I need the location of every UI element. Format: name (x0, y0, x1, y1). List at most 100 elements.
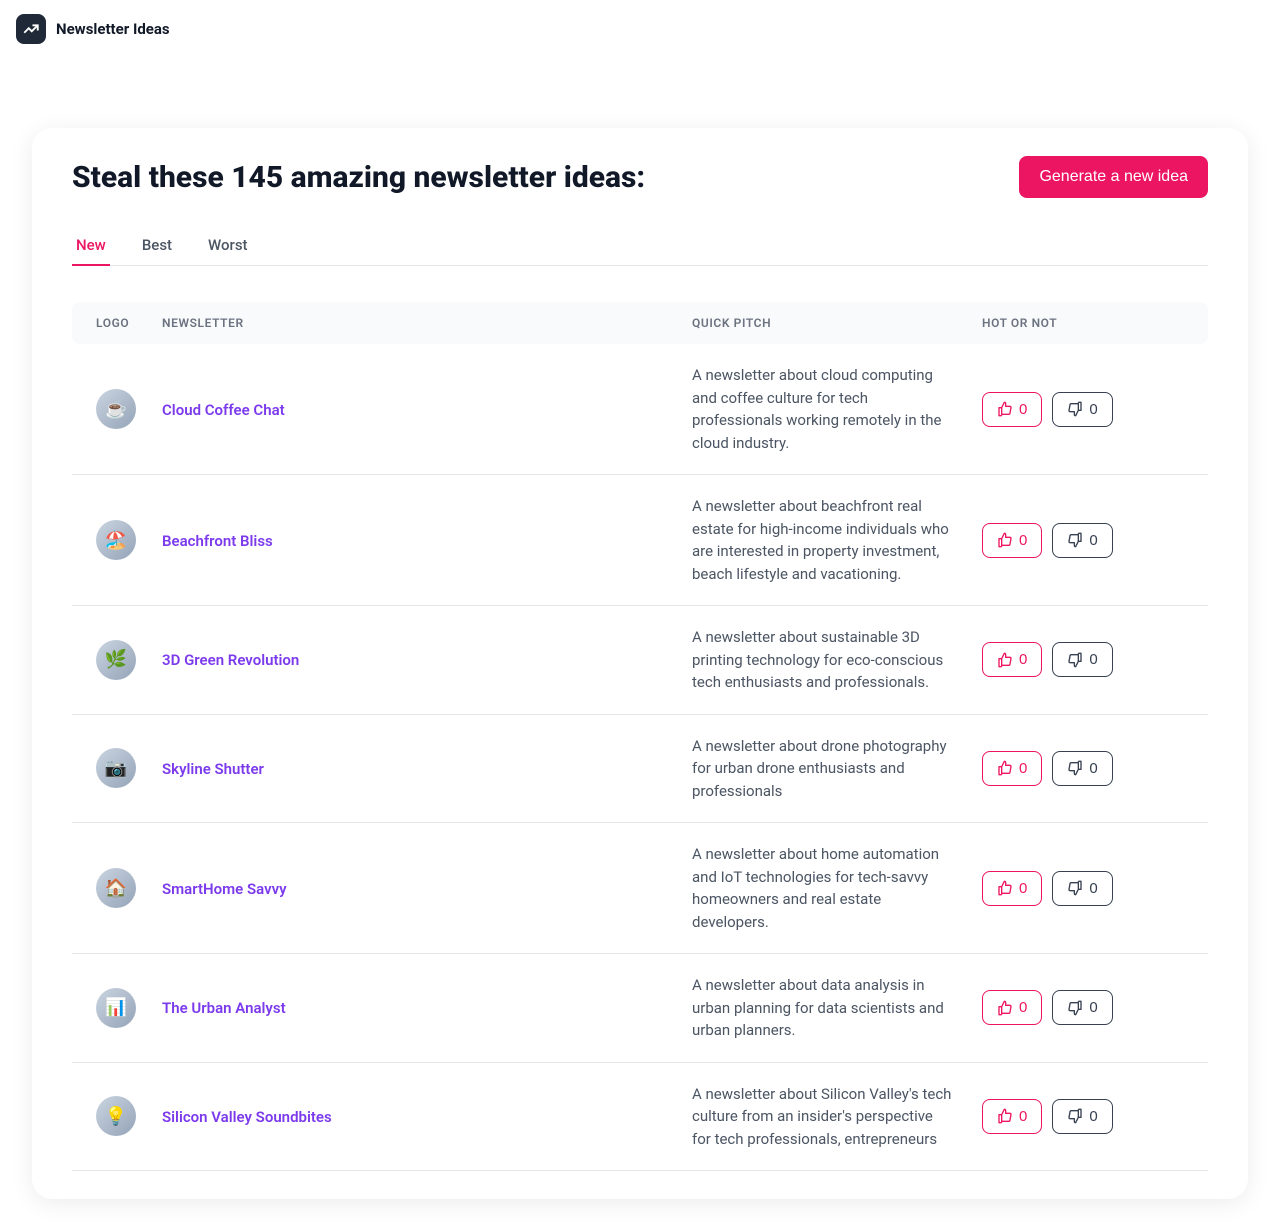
brand-name: Newsletter Ideas (56, 20, 170, 38)
upvote-count: 0 (1019, 532, 1027, 549)
thumb-up-icon (997, 880, 1013, 896)
upvote-button[interactable]: 0 (982, 751, 1042, 786)
brand-logo-icon (16, 14, 46, 44)
downvote-count: 0 (1089, 532, 1097, 549)
cell-logo: 📷 (72, 748, 162, 788)
thumb-down-icon (1067, 1108, 1083, 1124)
cell-hot: 0 0 (982, 523, 1152, 558)
table-row: 💡 Silicon Valley Soundbites A newsletter… (72, 1063, 1208, 1172)
newsletter-logo-icon: 📊 (96, 988, 136, 1028)
thumb-up-icon (997, 652, 1013, 668)
newsletter-logo-icon: ☕ (96, 389, 136, 429)
table-header-row: LOGO NEWSLETTER QUICK PITCH HOT OR NOT (72, 302, 1208, 344)
upvote-button[interactable]: 0 (982, 871, 1042, 906)
cell-logo: 📊 (72, 988, 162, 1028)
cell-newsletter: Beachfront Bliss (162, 531, 692, 550)
table-row: ☕ Cloud Coffee Chat A newsletter about c… (72, 344, 1208, 475)
newsletter-logo-icon: 🏖️ (96, 520, 136, 560)
upvote-count: 0 (1019, 760, 1027, 777)
upvote-count: 0 (1019, 1108, 1027, 1125)
downvote-button[interactable]: 0 (1052, 392, 1112, 427)
upvote-button[interactable]: 0 (982, 642, 1042, 677)
column-header-hot: HOT OR NOT (982, 316, 1152, 330)
column-header-newsletter: NEWSLETTER (162, 316, 692, 330)
cell-newsletter: Cloud Coffee Chat (162, 400, 692, 419)
cell-logo: 🏠 (72, 868, 162, 908)
downvote-count: 0 (1089, 401, 1097, 418)
cell-newsletter: 3D Green Revolution (162, 650, 692, 669)
downvote-count: 0 (1089, 999, 1097, 1016)
thumb-down-icon (1067, 652, 1083, 668)
thumb-up-icon (997, 532, 1013, 548)
thumb-down-icon (1067, 532, 1083, 548)
cell-hot: 0 0 (982, 871, 1152, 906)
table-row: 🏖️ Beachfront Bliss A newsletter about b… (72, 475, 1208, 606)
cell-hot: 0 0 (982, 990, 1152, 1025)
newsletter-logo-icon: 🏠 (96, 868, 136, 908)
upvote-button[interactable]: 0 (982, 1099, 1042, 1134)
downvote-button[interactable]: 0 (1052, 642, 1112, 677)
cell-pitch: A newsletter about data analysis in urba… (692, 974, 982, 1042)
table-row: 🌿 3D Green Revolution A newsletter about… (72, 606, 1208, 715)
cell-newsletter: SmartHome Savvy (162, 879, 692, 898)
cell-hot: 0 0 (982, 1099, 1152, 1134)
cell-newsletter: The Urban Analyst (162, 998, 692, 1017)
upvote-button[interactable]: 0 (982, 990, 1042, 1025)
cell-hot: 0 0 (982, 751, 1152, 786)
site-header: Newsletter Ideas (0, 0, 1280, 58)
upvote-button[interactable]: 0 (982, 523, 1042, 558)
tab-best[interactable]: Best (138, 226, 176, 266)
downvote-button[interactable]: 0 (1052, 990, 1112, 1025)
cell-hot: 0 0 (982, 392, 1152, 427)
newsletter-logo-icon: 📷 (96, 748, 136, 788)
newsletter-logo-icon: 🌿 (96, 640, 136, 680)
thumb-down-icon (1067, 760, 1083, 776)
newsletter-name-link[interactable]: Silicon Valley Soundbites (162, 1108, 332, 1126)
cell-pitch: A newsletter about Silicon Valley's tech… (692, 1083, 982, 1151)
downvote-count: 0 (1089, 651, 1097, 668)
cell-logo: 💡 (72, 1096, 162, 1136)
ideas-table: LOGO NEWSLETTER QUICK PITCH HOT OR NOT ☕… (72, 302, 1208, 1171)
cell-newsletter: Silicon Valley Soundbites (162, 1107, 692, 1126)
newsletter-name-link[interactable]: SmartHome Savvy (162, 880, 287, 898)
downvote-button[interactable]: 0 (1052, 871, 1112, 906)
thumb-up-icon (997, 1108, 1013, 1124)
upvote-count: 0 (1019, 401, 1027, 418)
cell-pitch: A newsletter about drone photography for… (692, 735, 982, 803)
tab-new[interactable]: New (72, 226, 110, 266)
generate-idea-button[interactable]: Generate a new idea (1019, 156, 1208, 198)
downvote-count: 0 (1089, 880, 1097, 897)
cell-hot: 0 0 (982, 642, 1152, 677)
thumb-up-icon (997, 401, 1013, 417)
newsletter-name-link[interactable]: 3D Green Revolution (162, 651, 299, 669)
thumb-down-icon (1067, 401, 1083, 417)
downvote-button[interactable]: 0 (1052, 523, 1112, 558)
cell-newsletter: Skyline Shutter (162, 759, 692, 778)
upvote-count: 0 (1019, 651, 1027, 668)
downvote-count: 0 (1089, 760, 1097, 777)
newsletter-name-link[interactable]: The Urban Analyst (162, 999, 286, 1017)
cell-logo: 🌿 (72, 640, 162, 680)
cell-pitch: A newsletter about beachfront real estat… (692, 495, 982, 585)
title-row: Steal these 145 amazing newsletter ideas… (72, 156, 1208, 198)
table-row: 📊 The Urban Analyst A newsletter about d… (72, 954, 1208, 1063)
thumb-down-icon (1067, 880, 1083, 896)
upvote-button[interactable]: 0 (982, 392, 1042, 427)
newsletter-name-link[interactable]: Beachfront Bliss (162, 532, 273, 550)
cell-pitch: A newsletter about cloud computing and c… (692, 364, 982, 454)
thumb-up-icon (997, 760, 1013, 776)
cell-pitch: A newsletter about sustainable 3D printi… (692, 626, 982, 694)
tab-worst[interactable]: Worst (204, 226, 252, 266)
downvote-count: 0 (1089, 1108, 1097, 1125)
upvote-count: 0 (1019, 880, 1027, 897)
page-title: Steal these 145 amazing newsletter ideas… (72, 160, 645, 195)
newsletter-logo-icon: 💡 (96, 1096, 136, 1136)
downvote-button[interactable]: 0 (1052, 1099, 1112, 1134)
thumb-down-icon (1067, 1000, 1083, 1016)
column-header-logo: LOGO (72, 316, 162, 330)
column-header-pitch: QUICK PITCH (692, 316, 982, 330)
downvote-button[interactable]: 0 (1052, 751, 1112, 786)
cell-logo: ☕ (72, 389, 162, 429)
newsletter-name-link[interactable]: Skyline Shutter (162, 760, 264, 778)
newsletter-name-link[interactable]: Cloud Coffee Chat (162, 401, 285, 419)
